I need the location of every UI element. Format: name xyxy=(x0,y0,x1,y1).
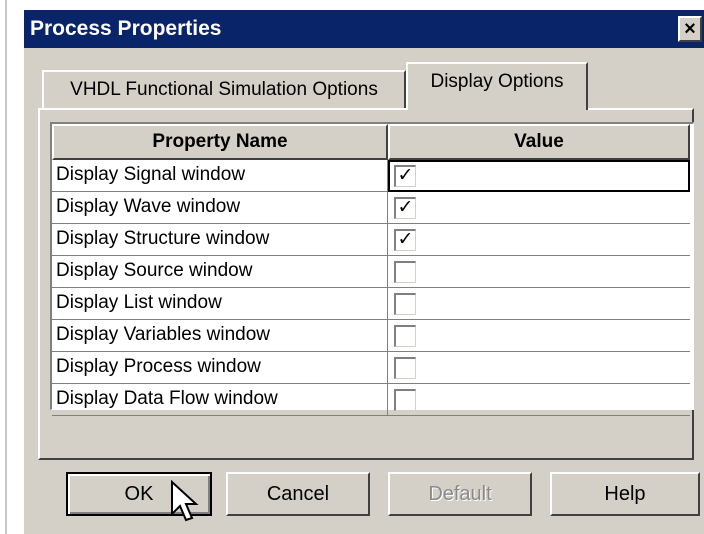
table-row[interactable]: Display Data Flow window xyxy=(52,384,692,416)
value-cell[interactable] xyxy=(388,352,690,384)
dialog-title: Process Properties xyxy=(30,17,222,40)
checkbox[interactable]: ✓ xyxy=(394,229,416,251)
column-header-value[interactable]: Value xyxy=(388,124,690,160)
column-header-property-name[interactable]: Property Name xyxy=(52,124,388,160)
table-row[interactable]: Display Process window xyxy=(52,352,692,384)
tab-label: VHDL Functional Simulation Options xyxy=(70,79,378,100)
value-cell[interactable]: ✓ xyxy=(388,224,690,256)
property-name-cell: Display Source window xyxy=(52,256,388,288)
property-name-cell: Display Data Flow window xyxy=(52,384,388,416)
checkbox[interactable]: ✓ xyxy=(394,165,416,187)
property-name-cell: Display List window xyxy=(52,288,388,320)
value-cell[interactable] xyxy=(388,384,690,416)
close-icon: × xyxy=(684,18,696,40)
property-name-cell: Display Process window xyxy=(52,352,388,384)
cancel-button[interactable]: Cancel xyxy=(226,472,370,516)
table-row[interactable]: Display Signal window ✓ xyxy=(52,160,692,192)
value-cell[interactable] xyxy=(388,256,690,288)
property-name-cell: Display Structure window xyxy=(52,224,388,256)
checkbox[interactable] xyxy=(394,293,416,315)
table-row[interactable]: Display Wave window ✓ xyxy=(52,192,692,224)
checkbox[interactable] xyxy=(394,325,416,347)
value-cell[interactable] xyxy=(388,320,690,352)
table-row[interactable]: Display Variables window xyxy=(52,320,692,352)
background-window-edge xyxy=(0,0,10,534)
table-row[interactable]: Display Source window xyxy=(52,256,692,288)
process-properties-dialog: Process Properties × VHDL Functional Sim… xyxy=(22,8,704,534)
value-cell[interactable]: ✓ xyxy=(388,160,690,192)
table-row[interactable]: Display List window xyxy=(52,288,692,320)
checkbox[interactable]: ✓ xyxy=(394,197,416,219)
table-row[interactable]: Display Structure window ✓ xyxy=(52,224,692,256)
value-cell[interactable]: ✓ xyxy=(388,192,690,224)
property-name-cell: Display Wave window xyxy=(52,192,388,224)
tab-label: Display Options xyxy=(430,71,564,92)
property-grid: Property Name Value Display Signal windo… xyxy=(50,122,694,416)
help-button[interactable]: Help xyxy=(550,472,700,516)
tab-vhdl-functional-simulation-options[interactable]: VHDL Functional Simulation Options xyxy=(42,70,406,108)
property-name-cell: Display Variables window xyxy=(52,320,388,352)
close-button[interactable]: × xyxy=(678,16,702,42)
value-cell[interactable] xyxy=(388,288,690,320)
default-button[interactable]: Default xyxy=(388,472,532,516)
checkbox[interactable] xyxy=(394,261,416,283)
tab-panel: Property Name Value Display Signal windo… xyxy=(38,108,694,460)
mouse-pointer-icon xyxy=(171,480,199,522)
checkbox[interactable] xyxy=(394,357,416,379)
title-bar[interactable]: Process Properties × xyxy=(24,10,704,48)
checkbox[interactable] xyxy=(394,389,416,411)
tab-display-options[interactable]: Display Options xyxy=(406,62,588,110)
property-name-cell: Display Signal window xyxy=(52,160,388,192)
